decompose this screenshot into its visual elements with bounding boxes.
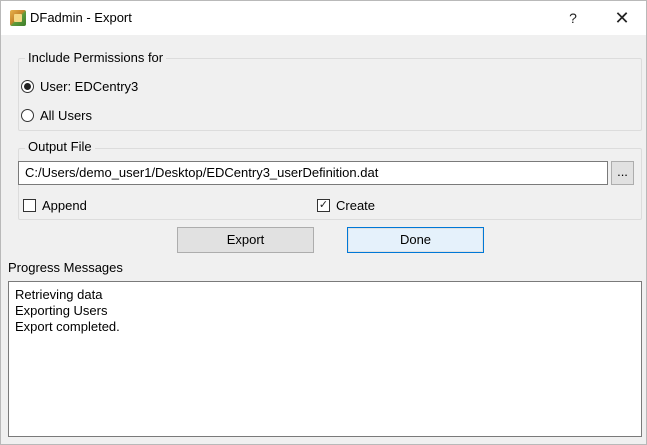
checkmark-icon: ✓	[318, 198, 329, 211]
window-title: DFadmin - Export	[30, 10, 132, 25]
export-dialog: DFadmin - Export ? ✕ Include Permissions…	[0, 0, 647, 445]
progress-messages-label: Progress Messages	[8, 260, 123, 275]
append-option[interactable]: Append	[23, 196, 87, 214]
append-checkbox[interactable]	[23, 198, 36, 212]
create-label: Create	[336, 197, 376, 213]
export-button[interactable]: Export	[177, 227, 314, 253]
help-button[interactable]: ?	[561, 5, 585, 31]
output-path-field[interactable]: C:/Users/demo_user1/Desktop/EDCentry3_us…	[18, 161, 608, 185]
progress-message: Export completed.	[15, 319, 120, 334]
radio-user[interactable]	[21, 79, 34, 93]
create-option[interactable]: ✓ Create	[317, 196, 375, 214]
close-icon[interactable]: ✕	[607, 5, 637, 31]
title-bar: DFadmin - Export ? ✕	[1, 1, 646, 35]
radio-user-option[interactable]: User: EDCentry3	[21, 77, 138, 95]
app-icon	[10, 10, 26, 26]
progress-message: Retrieving data	[15, 287, 103, 302]
permissions-group-title: Include Permissions for	[25, 50, 167, 65]
radio-all-users[interactable]	[21, 108, 34, 122]
progress-message: Exporting Users	[15, 303, 108, 318]
append-label: Append	[42, 197, 87, 213]
radio-user-label: User: EDCentry3	[40, 78, 139, 94]
browse-button[interactable]: ...	[611, 161, 634, 185]
done-button[interactable]: Done	[347, 227, 484, 253]
progress-messages-box: Retrieving data Exporting Users Export c…	[8, 281, 642, 437]
radio-all-users-option[interactable]: All Users	[21, 106, 92, 124]
create-checkbox[interactable]: ✓	[317, 198, 330, 212]
radio-all-users-label: All Users	[40, 107, 93, 123]
output-file-group-title: Output File	[25, 139, 95, 154]
